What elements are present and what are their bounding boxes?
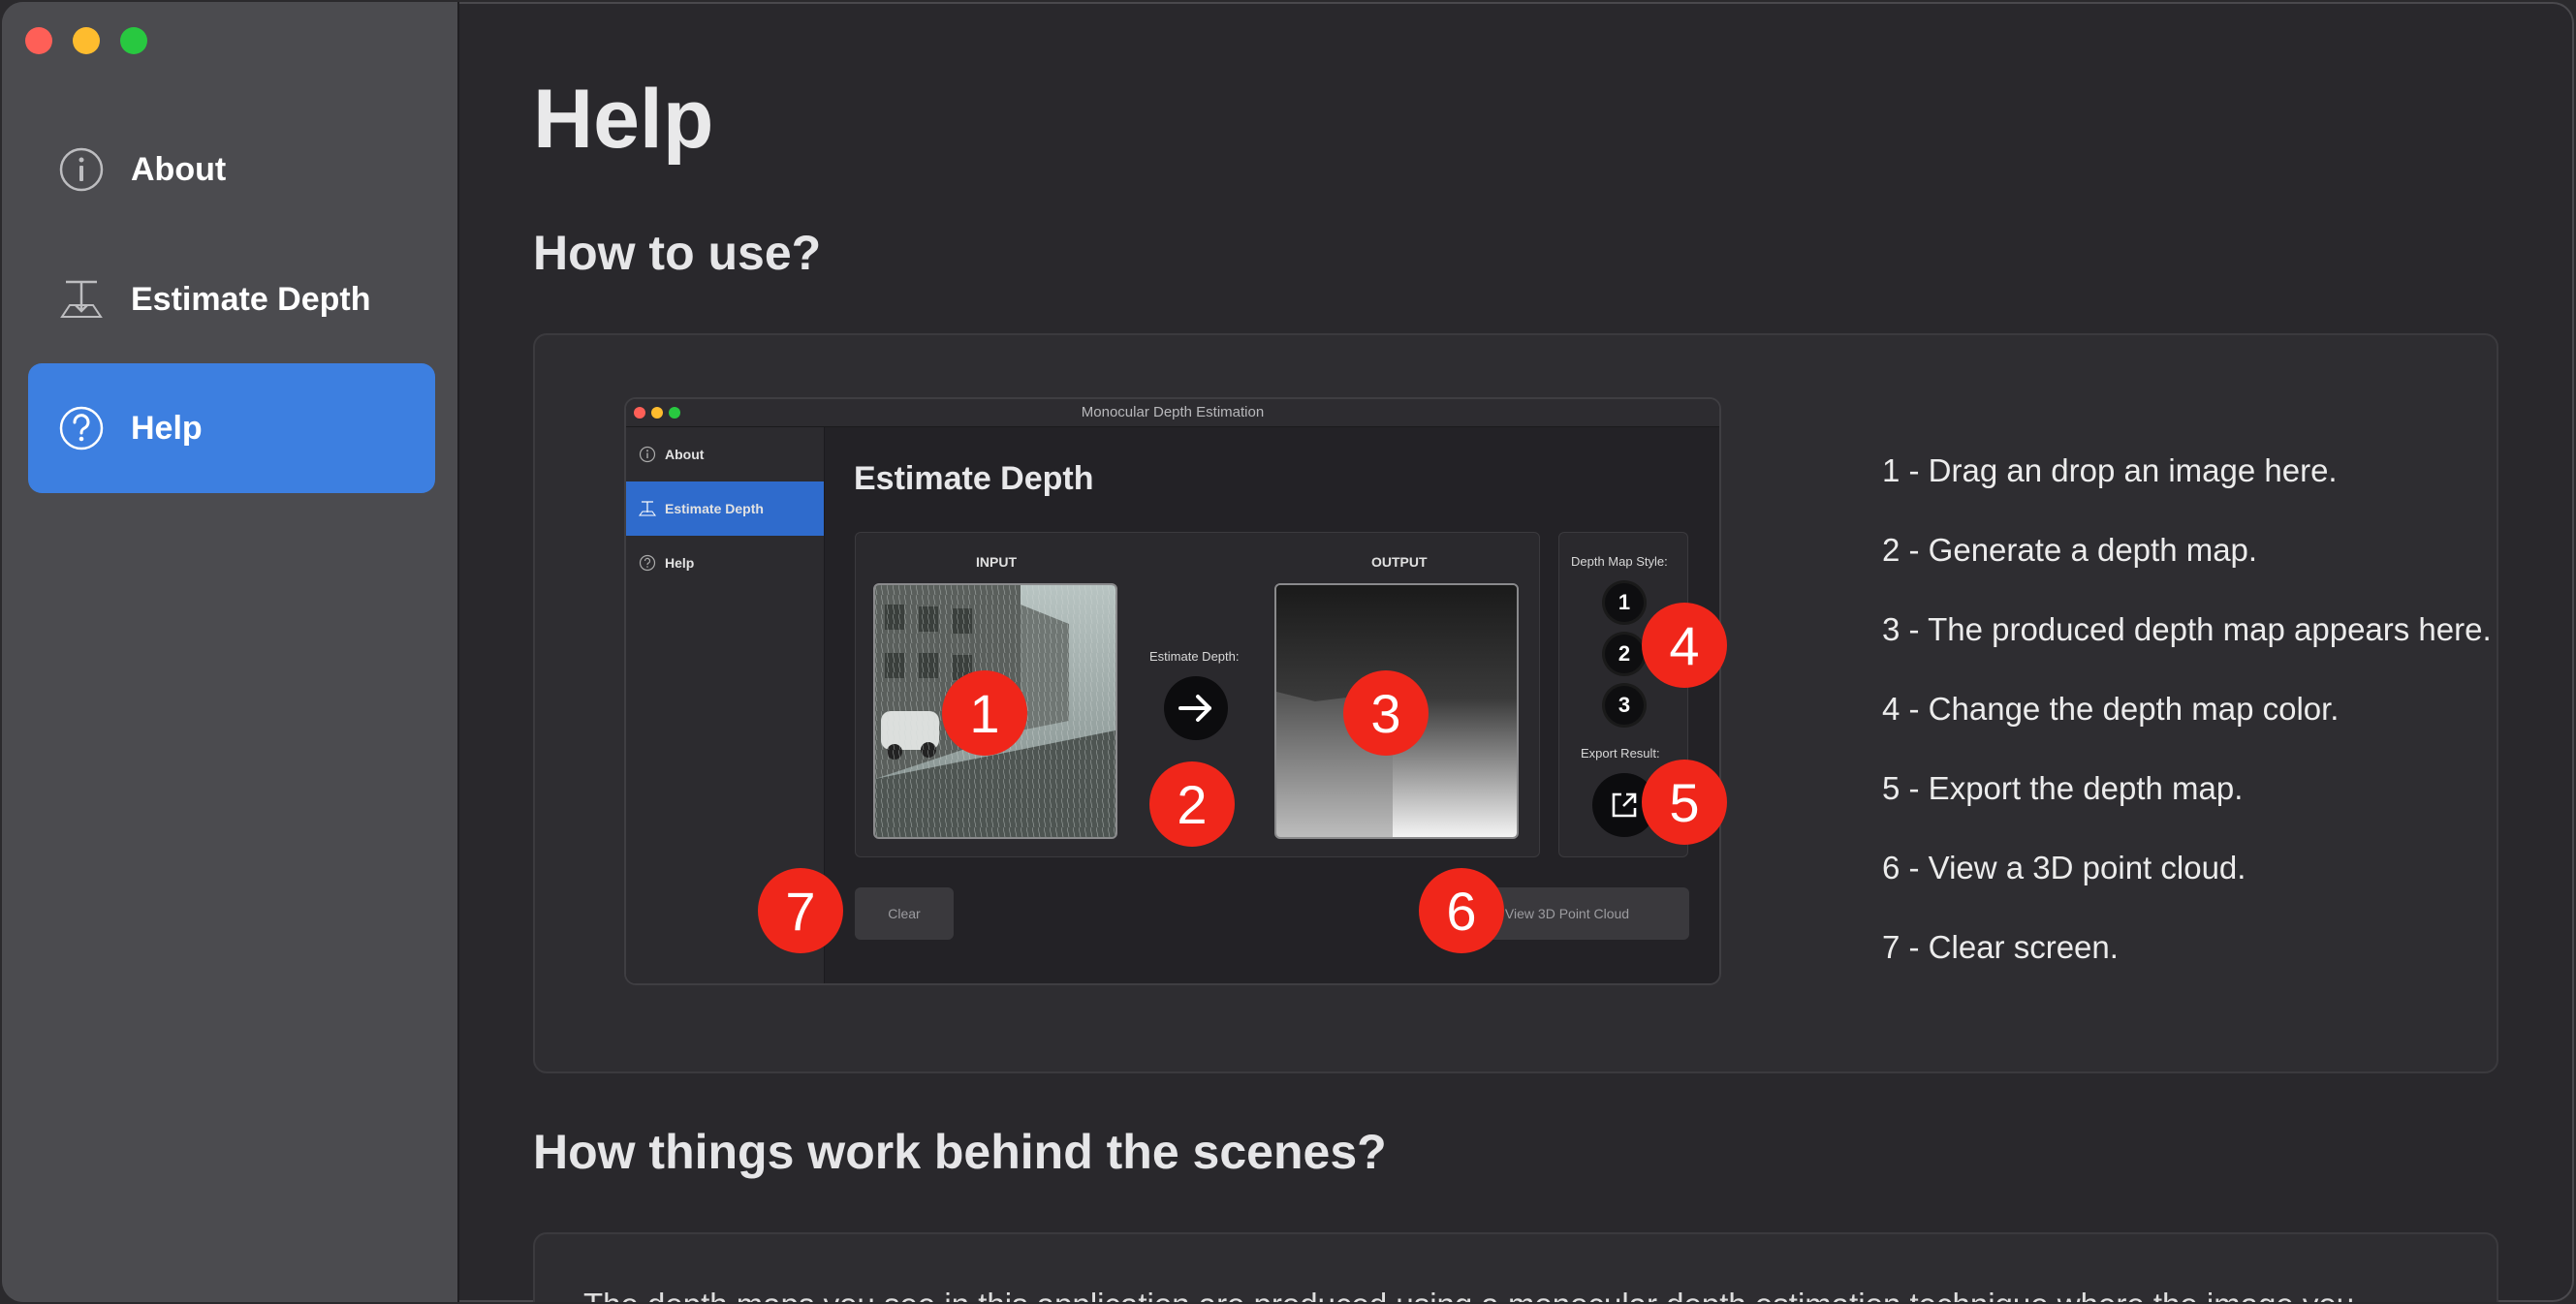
badge-4: 4 <box>1642 603 1727 688</box>
info-circle-icon <box>57 145 106 194</box>
question-circle-icon <box>638 554 657 572</box>
badge-7: 7 <box>758 868 843 953</box>
step-item: 1 - Drag an drop an image here. <box>1882 452 2338 488</box>
minimize-window-button[interactable] <box>73 27 100 54</box>
step-item: 3 - The produced depth map appears here. <box>1882 611 2492 647</box>
preview-estimate-depth-button <box>1164 676 1228 740</box>
preview-export-label: Export Result: <box>1581 746 1660 761</box>
export-icon <box>1612 792 1637 818</box>
badge-6: 6 <box>1419 868 1504 953</box>
preview-output-label: OUTPUT <box>1371 554 1428 570</box>
how-to-use-card: Monocular Depth Estimation About Estimat… <box>533 333 2498 1073</box>
behind-scenes-card: The depth maps you see in this applicati… <box>533 1232 2498 1302</box>
preview-heading: Estimate Depth <box>854 460 1094 497</box>
preview-sidebar-item-help: Help <box>626 536 824 590</box>
step-item: 7 - Clear screen. <box>1882 929 2119 965</box>
zoom-window-button[interactable] <box>120 27 147 54</box>
preview-sidebar-label: About <box>665 447 705 462</box>
preview-style-option-3: 3 <box>1605 686 1644 725</box>
app-window: About Estimate Depth Help Help How to us… <box>2 2 2574 1302</box>
preview-sidebar-item-about: About <box>626 427 824 481</box>
preview-sidebar-label: Help <box>665 555 695 571</box>
close-window-button[interactable] <box>25 27 52 54</box>
badge-3: 3 <box>1343 670 1429 756</box>
preview-style-option-2: 2 <box>1605 635 1644 673</box>
preview-estimate-label: Estimate Depth: <box>1149 649 1240 664</box>
sidebar-item-label: Estimate Depth <box>131 280 371 318</box>
page-title: Help <box>533 73 714 166</box>
step-item: 6 - View a 3D point cloud. <box>1882 850 2246 885</box>
sidebar-item-estimate-depth[interactable]: Estimate Depth <box>28 234 435 364</box>
badge-5: 5 <box>1642 760 1727 845</box>
depth-tool-icon <box>57 275 106 324</box>
preview-sidebar-label: Estimate Depth <box>665 501 764 516</box>
preview-window-title: Monocular Depth Estimation <box>1081 404 1265 420</box>
question-circle-icon <box>57 404 106 452</box>
info-circle-icon <box>638 446 657 463</box>
steps-list: 1 - Drag an drop an image here. 2 - Gene… <box>1882 451 2492 1008</box>
sidebar: About Estimate Depth Help <box>2 2 459 1302</box>
badge-1: 1 <box>942 670 1027 756</box>
sidebar-item-label: Help <box>131 409 203 447</box>
preview-input-label: INPUT <box>976 554 1017 570</box>
preview-clear-button: Clear <box>855 887 954 940</box>
sidebar-item-help[interactable]: Help <box>28 363 435 493</box>
preview-style-label: Depth Map Style: <box>1571 554 1668 569</box>
main-content: Help How to use? Monocular Depth Estimat… <box>459 2 2574 1302</box>
behind-scenes-text: The depth maps you see in this applicati… <box>583 1287 2354 1302</box>
section-heading-how-to-use: How to use? <box>533 226 822 280</box>
preview-style-option-1: 1 <box>1605 583 1644 622</box>
badge-2: 2 <box>1149 761 1235 847</box>
step-item: 5 - Export the depth map. <box>1882 770 2244 806</box>
sidebar-item-about[interactable]: About <box>28 105 435 234</box>
preview-titlebar: Monocular Depth Estimation <box>626 399 1719 427</box>
step-item: 4 - Change the depth map color. <box>1882 691 2340 727</box>
sidebar-item-label: About <box>131 150 227 188</box>
depth-tool-icon <box>638 500 657 517</box>
preview-sidebar-item-estimate-depth: Estimate Depth <box>626 481 824 536</box>
section-heading-behind-scenes: How things work behind the scenes? <box>533 1125 1387 1179</box>
step-item: 2 - Generate a depth map. <box>1882 532 2258 568</box>
arrow-right-icon <box>1178 695 1211 722</box>
